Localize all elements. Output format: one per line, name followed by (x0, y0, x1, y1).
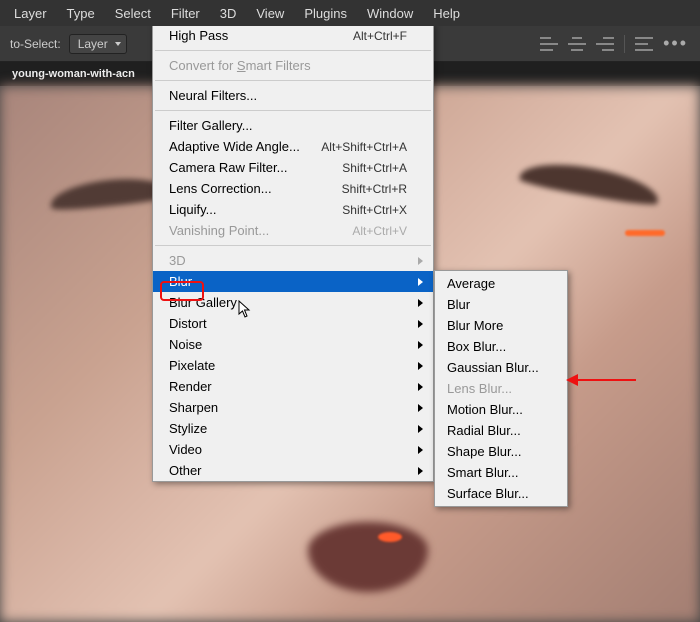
blur-lens-blur: Lens Blur... (435, 378, 567, 399)
distribute-icon[interactable] (635, 37, 653, 51)
menu-neural-filters[interactable]: Neural Filters... (153, 85, 433, 106)
menu-item-label: Noise (169, 337, 202, 352)
menu-adaptive-wide-angle[interactable]: Adaptive Wide Angle...Alt+Shift+Ctrl+A (153, 136, 433, 157)
annotation-arrow-icon (568, 379, 636, 381)
menu-item-label: Filter Gallery... (169, 118, 253, 133)
menu-item-label: Liquify... (169, 202, 216, 217)
image-highlight (625, 230, 665, 236)
menu-item-shortcut: Shift+Ctrl+R (322, 182, 407, 196)
menu-high-pass[interactable]: High Pass Alt+Ctrl+F (153, 25, 433, 46)
menu-item-label: Blur (447, 297, 470, 312)
align-left-icon[interactable] (540, 37, 558, 51)
menu-render-submenu[interactable]: Render (153, 376, 433, 397)
menu-view[interactable]: View (246, 0, 294, 26)
menu-item-label: Distort (169, 316, 207, 331)
menu-separator (155, 110, 431, 111)
menu-convert-smart-filters: Convert for Smart Filters (153, 55, 433, 76)
menu-distort-submenu[interactable]: Distort (153, 313, 433, 334)
menu-item-label: Adaptive Wide Angle... (169, 139, 300, 154)
menu-item-label: Sharpen (169, 400, 218, 415)
menu-stylize-submenu[interactable]: Stylize (153, 418, 433, 439)
menu-pixelate-submenu[interactable]: Pixelate (153, 355, 433, 376)
layer-select-dropdown[interactable]: Layer (69, 34, 127, 54)
menu-item-shortcut: Shift+Ctrl+X (322, 203, 407, 217)
auto-select-label: to-Select: (2, 37, 69, 51)
menu-window[interactable]: Window (357, 0, 423, 26)
menu-help[interactable]: Help (423, 0, 470, 26)
blur-blur[interactable]: Blur (435, 294, 567, 315)
blur-smart-blur[interactable]: Smart Blur... (435, 462, 567, 483)
menu-filter[interactable]: Filter (161, 0, 210, 26)
menu-sharpen-submenu[interactable]: Sharpen (153, 397, 433, 418)
document-tab[interactable]: young-woman-with-acn (4, 68, 143, 80)
menu-item-label: Camera Raw Filter... (169, 160, 287, 175)
menu-item-shortcut: Alt+Ctrl+F (333, 29, 407, 43)
menu-item-label: Blur More (447, 318, 503, 333)
menu-3d[interactable]: 3D (210, 0, 247, 26)
menu-item-label: Gaussian Blur... (447, 360, 539, 375)
menu-item-label: 3D (169, 253, 186, 268)
blur-blur-more[interactable]: Blur More (435, 315, 567, 336)
menu-item-label: Radial Blur... (447, 423, 521, 438)
menu-item-label: Video (169, 442, 202, 457)
menu-separator (155, 50, 431, 51)
menu-item-label: Pixelate (169, 358, 215, 373)
menu-item-label: Smart Blur... (447, 465, 519, 480)
blur-shape-blur[interactable]: Shape Blur... (435, 441, 567, 462)
blur-radial-blur[interactable]: Radial Blur... (435, 420, 567, 441)
menu-item-label: Shape Blur... (447, 444, 521, 459)
filter-dropdown-menu: High Pass Alt+Ctrl+F Convert for Smart F… (152, 24, 434, 482)
menu-lens-correction[interactable]: Lens Correction... Shift+Ctrl+R (153, 178, 433, 199)
menu-layer[interactable]: Layer (4, 0, 57, 26)
menu-item-label: Surface Blur... (447, 486, 529, 501)
menu-item-shortcut: Alt+Shift+Ctrl+A (301, 140, 407, 154)
menu-filter-gallery[interactable]: Filter Gallery... (153, 115, 433, 136)
menu-select[interactable]: Select (105, 0, 161, 26)
menu-item-shortcut: Shift+Ctrl+A (322, 161, 407, 175)
menu-separator (155, 80, 431, 81)
blur-motion-blur[interactable]: Motion Blur... (435, 399, 567, 420)
more-options-icon[interactable]: ••• (663, 33, 688, 54)
menu-separator (155, 245, 431, 246)
menu-item-label: Convert for Smart Filters (169, 58, 311, 73)
menu-vanishing-point: Vanishing Point... Alt+Ctrl+V (153, 220, 433, 241)
menu-item-label: High Pass (169, 28, 228, 43)
blur-gaussian-blur[interactable]: Gaussian Blur... (435, 357, 567, 378)
menu-item-label: Average (447, 276, 495, 291)
menu-item-label: Stylize (169, 421, 207, 436)
menu-item-label: Render (169, 379, 212, 394)
menu-other-submenu[interactable]: Other (153, 460, 433, 481)
menubar: Layer Type Select Filter 3D View Plugins… (0, 0, 700, 26)
menu-item-label: Vanishing Point... (169, 223, 269, 238)
menu-item-shortcut: Alt+Ctrl+V (332, 224, 407, 238)
menu-type[interactable]: Type (57, 0, 105, 26)
menu-noise-submenu[interactable]: Noise (153, 334, 433, 355)
menu-item-label: Other (169, 463, 202, 478)
menu-item-label: Lens Correction... (169, 181, 272, 196)
image-highlight (378, 532, 402, 542)
blur-submenu: Average Blur Blur More Box Blur... Gauss… (434, 270, 568, 507)
align-center-icon[interactable] (568, 37, 586, 51)
menu-video-submenu[interactable]: Video (153, 439, 433, 460)
menu-camera-raw-filter[interactable]: Camera Raw Filter... Shift+Ctrl+A (153, 157, 433, 178)
menu-plugins[interactable]: Plugins (294, 0, 357, 26)
menu-item-label: Lens Blur... (447, 381, 512, 396)
menu-item-label: Motion Blur... (447, 402, 523, 417)
menu-3d-submenu: 3D (153, 250, 433, 271)
menu-item-label: Neural Filters... (169, 88, 257, 103)
blur-box-blur[interactable]: Box Blur... (435, 336, 567, 357)
menu-liquify[interactable]: Liquify... Shift+Ctrl+X (153, 199, 433, 220)
align-tools: ••• (540, 26, 700, 61)
cursor-icon (238, 300, 252, 318)
blur-average[interactable]: Average (435, 273, 567, 294)
blur-surface-blur[interactable]: Surface Blur... (435, 483, 567, 504)
align-right-icon[interactable] (596, 37, 614, 51)
menu-item-label: Box Blur... (447, 339, 506, 354)
annotation-highlight-box (160, 281, 204, 301)
